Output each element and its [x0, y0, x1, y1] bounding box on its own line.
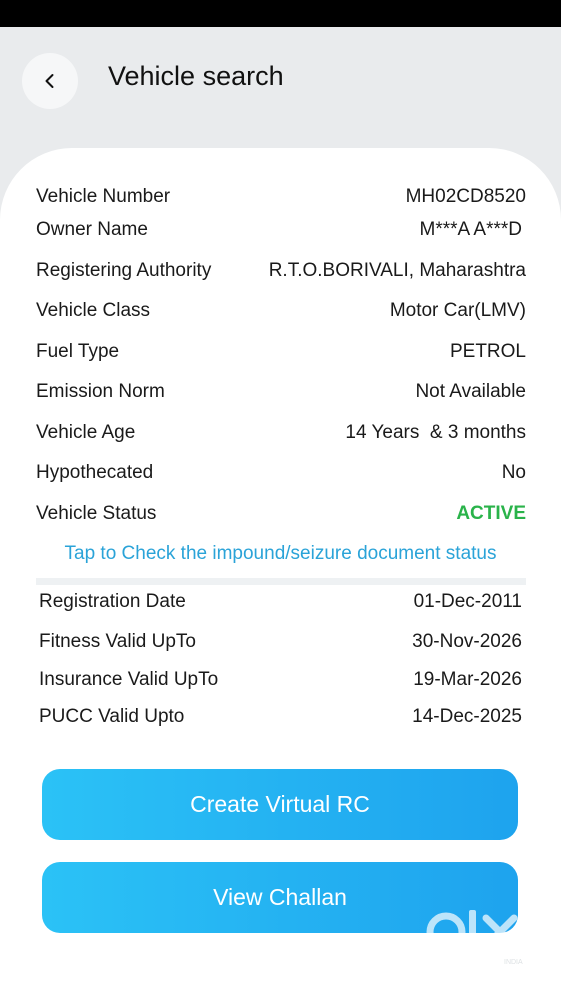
detail-value: R.T.O.BORIVALI, Maharashtra	[268, 260, 526, 281]
detail-label: Fuel Type	[36, 341, 120, 362]
divider	[36, 578, 526, 585]
detail-label: Emission Norm	[36, 381, 165, 402]
detail-row-registering-authority: Registering Authority R.T.O.BORIVALI, Ma…	[36, 257, 526, 285]
detail-label: Vehicle Age	[36, 422, 136, 443]
validity-value: 14-Dec-2025	[412, 706, 522, 727]
impound-status-link[interactable]: Tap to Check the impound/seizure documen…	[0, 543, 561, 565]
validity-row-fitness: Fitness Valid UpTo 30-Nov-2026	[39, 628, 522, 656]
detail-row-vehicle-class: Vehicle Class Motor Car(LMV)	[36, 297, 526, 325]
detail-row-emission-norm: Emission Norm Not Available	[36, 378, 526, 406]
detail-label: Hypothecated	[36, 462, 154, 483]
detail-value: MH02CD8520	[405, 186, 526, 207]
detail-label: Vehicle Class	[36, 300, 151, 321]
olx-watermark-logo: INDIA	[426, 910, 523, 966]
page-title: Vehicle search	[108, 61, 284, 91]
detail-row-vehicle-number: Vehicle Number MH02CD8520	[36, 183, 526, 211]
validity-row-registration-date: Registration Date 01-Dec-2011	[39, 588, 522, 616]
status-bar	[0, 0, 561, 27]
status-badge: ACTIVE	[456, 503, 526, 524]
detail-label: Owner Name	[36, 219, 148, 240]
validity-label: PUCC Valid Upto	[39, 706, 185, 727]
validity-value: 30-Nov-2026	[412, 631, 522, 652]
detail-label: Vehicle Number	[36, 186, 171, 207]
detail-value: PETROL	[449, 341, 526, 362]
header: Vehicle search	[0, 27, 561, 150]
validity-value: 19-Mar-2026	[413, 669, 522, 690]
create-virtual-rc-button[interactable]: Create Virtual RC	[42, 769, 518, 840]
detail-row-owner-name: Owner Name M***A A***D	[36, 216, 526, 244]
validity-label: Registration Date	[39, 591, 186, 612]
validity-label: Insurance Valid UpTo	[39, 669, 219, 690]
detail-row-hypothecated: Hypothecated No	[36, 459, 526, 487]
detail-row-vehicle-status: Vehicle Status ACTIVE	[36, 500, 526, 528]
back-button[interactable]	[22, 53, 78, 109]
validity-label: Fitness Valid UpTo	[39, 631, 196, 652]
chevron-left-icon	[45, 74, 54, 88]
validity-row-insurance: Insurance Valid UpTo 19-Mar-2026	[39, 666, 522, 694]
detail-value: M***A A***D	[419, 219, 522, 240]
detail-row-vehicle-age: Vehicle Age 14 Years & 3 months	[36, 419, 526, 447]
detail-value: Not Available	[415, 381, 526, 402]
validity-value: 01-Dec-2011	[413, 591, 522, 612]
detail-value: 14 Years & 3 months	[345, 422, 526, 443]
validity-row-pucc: PUCC Valid Upto 14-Dec-2025	[39, 703, 522, 731]
detail-value: No	[501, 462, 526, 483]
detail-label: Registering Authority	[36, 260, 212, 281]
detail-row-fuel-type: Fuel Type PETROL	[36, 338, 526, 366]
detail-label: Vehicle Status	[36, 503, 157, 524]
olx-watermark-sub: INDIA	[504, 959, 523, 966]
detail-value: Motor Car(LMV)	[389, 300, 526, 321]
